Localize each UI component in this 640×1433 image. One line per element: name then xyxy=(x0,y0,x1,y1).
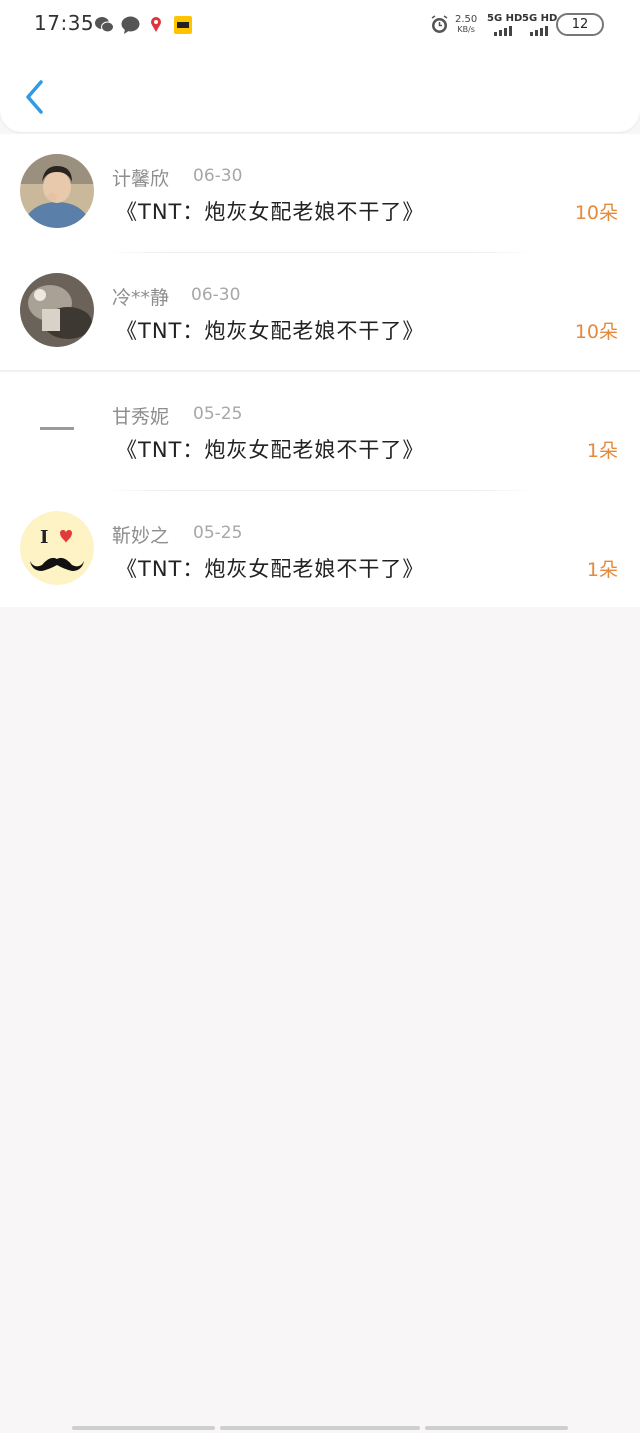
network-speed-unit: KB/s xyxy=(457,25,475,34)
flower-count: 1朵 xyxy=(586,559,618,581)
book-title: 《TNT：炮灰女配老娘不干了》 xyxy=(116,200,425,224)
meituan-icon xyxy=(174,16,192,38)
alarm-icon xyxy=(430,15,449,38)
network-speed: 2.50 KB/s xyxy=(455,15,477,35)
gift-date: 05-25 xyxy=(193,523,243,543)
home-indicator[interactable] xyxy=(220,1426,420,1430)
sim2-signal-icon xyxy=(530,26,548,36)
location-pin-icon xyxy=(147,16,165,38)
home-indicator[interactable] xyxy=(425,1426,568,1430)
book-title: 《TNT：炮灰女配老娘不干了》 xyxy=(116,438,425,462)
sim2-label: 5G HD xyxy=(522,13,558,24)
chevron-left-icon xyxy=(26,80,43,114)
sim1-label: 5G HD xyxy=(487,13,523,24)
user-name: 计馨欣 xyxy=(112,168,170,190)
list-item[interactable]: I 靳妙之 05-25 《TNT：炮灰女配老娘不干了》 1朵 xyxy=(0,491,640,607)
list-item[interactable]: 计馨欣 06-30 《TNT：炮灰女配老娘不干了》 10朵 xyxy=(0,134,640,253)
user-name: 甘秀妮 xyxy=(112,406,170,428)
flower-count: 10朵 xyxy=(574,202,618,224)
avatar[interactable]: I xyxy=(20,511,94,585)
svg-text:I: I xyxy=(40,527,48,548)
user-name: 靳妙之 xyxy=(112,525,170,547)
book-title: 《TNT：炮灰女配老娘不干了》 xyxy=(116,319,425,343)
avatar[interactable] xyxy=(20,154,94,228)
status-bar: 17:35 2.50 KB/s 5G HD 5G HD 12 xyxy=(0,0,640,50)
gift-date: 05-25 xyxy=(193,404,243,424)
flower-count: 1朵 xyxy=(586,440,618,462)
list-item[interactable]: 冷**静 06-30 《TNT：炮灰女配老娘不干了》 10朵 xyxy=(0,253,640,372)
gift-date: 06-30 xyxy=(191,285,241,305)
avatar[interactable] xyxy=(20,273,94,347)
message-icon xyxy=(121,16,140,38)
home-indicator[interactable] xyxy=(72,1426,215,1430)
sim1-signal-icon xyxy=(494,26,512,36)
wechat-icon xyxy=(94,16,114,38)
status-time: 17:35 xyxy=(34,11,95,35)
list-item[interactable]: 甘秀妮 05-25 《TNT：炮灰女配老娘不干了》 1朵 xyxy=(0,372,640,491)
gift-list: 计馨欣 06-30 《TNT：炮灰女配老娘不干了》 10朵 冷**静 06-30… xyxy=(0,134,640,607)
battery-indicator: 12 xyxy=(556,13,604,36)
gift-date: 06-30 xyxy=(193,166,243,186)
avatar[interactable] xyxy=(20,392,94,466)
top-bar: 17:35 2.50 KB/s 5G HD 5G HD 12 xyxy=(0,0,640,132)
network-speed-value: 2.50 xyxy=(455,14,478,25)
flower-count: 10朵 xyxy=(574,321,618,343)
user-name: 冷**静 xyxy=(112,287,170,309)
book-title: 《TNT：炮灰女配老娘不干了》 xyxy=(116,557,425,581)
back-button[interactable] xyxy=(22,78,48,116)
